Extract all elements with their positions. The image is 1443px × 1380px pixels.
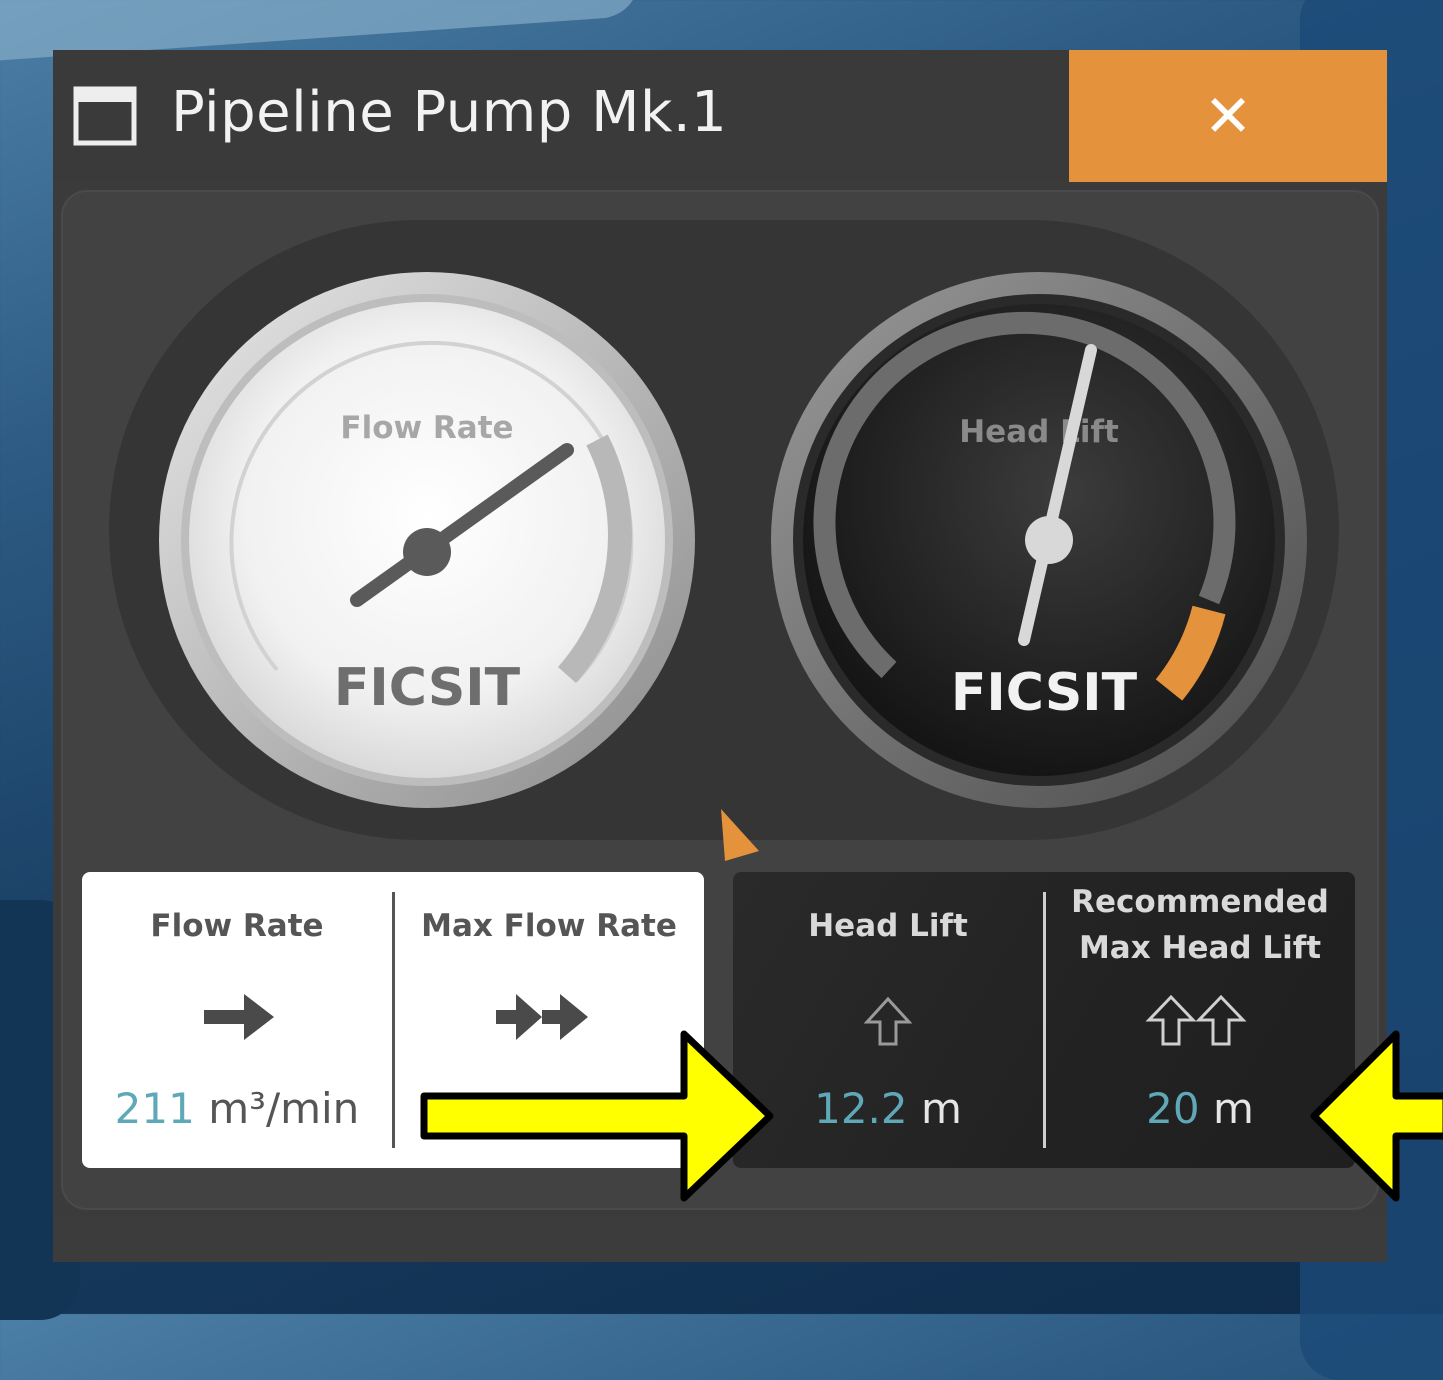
ficsit-logo: FICSIT [951,663,1138,723]
close-button[interactable]: ✕ [1069,50,1387,182]
head-lift-info-box: Head Lift 12.2 m Recommended Max Head Li… [733,872,1355,1168]
head-lift-stat-value: 12.2 m [814,1084,962,1133]
window-icon [73,86,137,146]
head-lift-stat-label: Head Lift [808,908,968,944]
flow-rate-stat-value: 211 m³/min [114,1084,360,1133]
flow-rate-gauge: Flow Rate FICSIT [159,272,695,808]
bottom-strip [53,1216,1387,1262]
cursor-pointer-icon [721,809,759,861]
max-flow-rate-stat-label: Max Flow Rate [421,908,677,944]
ficsit-logo: FICSIT [334,658,521,718]
close-icon: ✕ [1203,82,1253,150]
double-arrow-up-icon [1145,994,1247,1046]
flow-rate-stat: Flow Rate 211 m³/min [82,872,392,1168]
head-lift-gauge: Head Lift FICSIT [771,272,1307,808]
window-title: Pipeline Pump Mk.1 [171,80,728,145]
head-lift-gauge-label: Head Lift [959,414,1119,450]
title-bar[interactable]: Pipeline Pump Mk.1 ✕ [53,50,1387,182]
flow-rate-gauge-label: Flow Rate [340,410,513,446]
recommended-label-line2: Max Head Lift [1078,930,1322,966]
annotation-arrow-left-icon [1310,1030,1443,1202]
flow-rate-stat-label: Flow Rate [150,908,324,944]
arrow-up-icon [863,996,913,1046]
arrow-right-icon [204,994,274,1040]
head-lift-stat: Head Lift 12.2 m [733,872,1043,1168]
recommended-label-line1: Recommended [1071,884,1329,920]
annotation-arrow-right-icon [420,1030,774,1202]
